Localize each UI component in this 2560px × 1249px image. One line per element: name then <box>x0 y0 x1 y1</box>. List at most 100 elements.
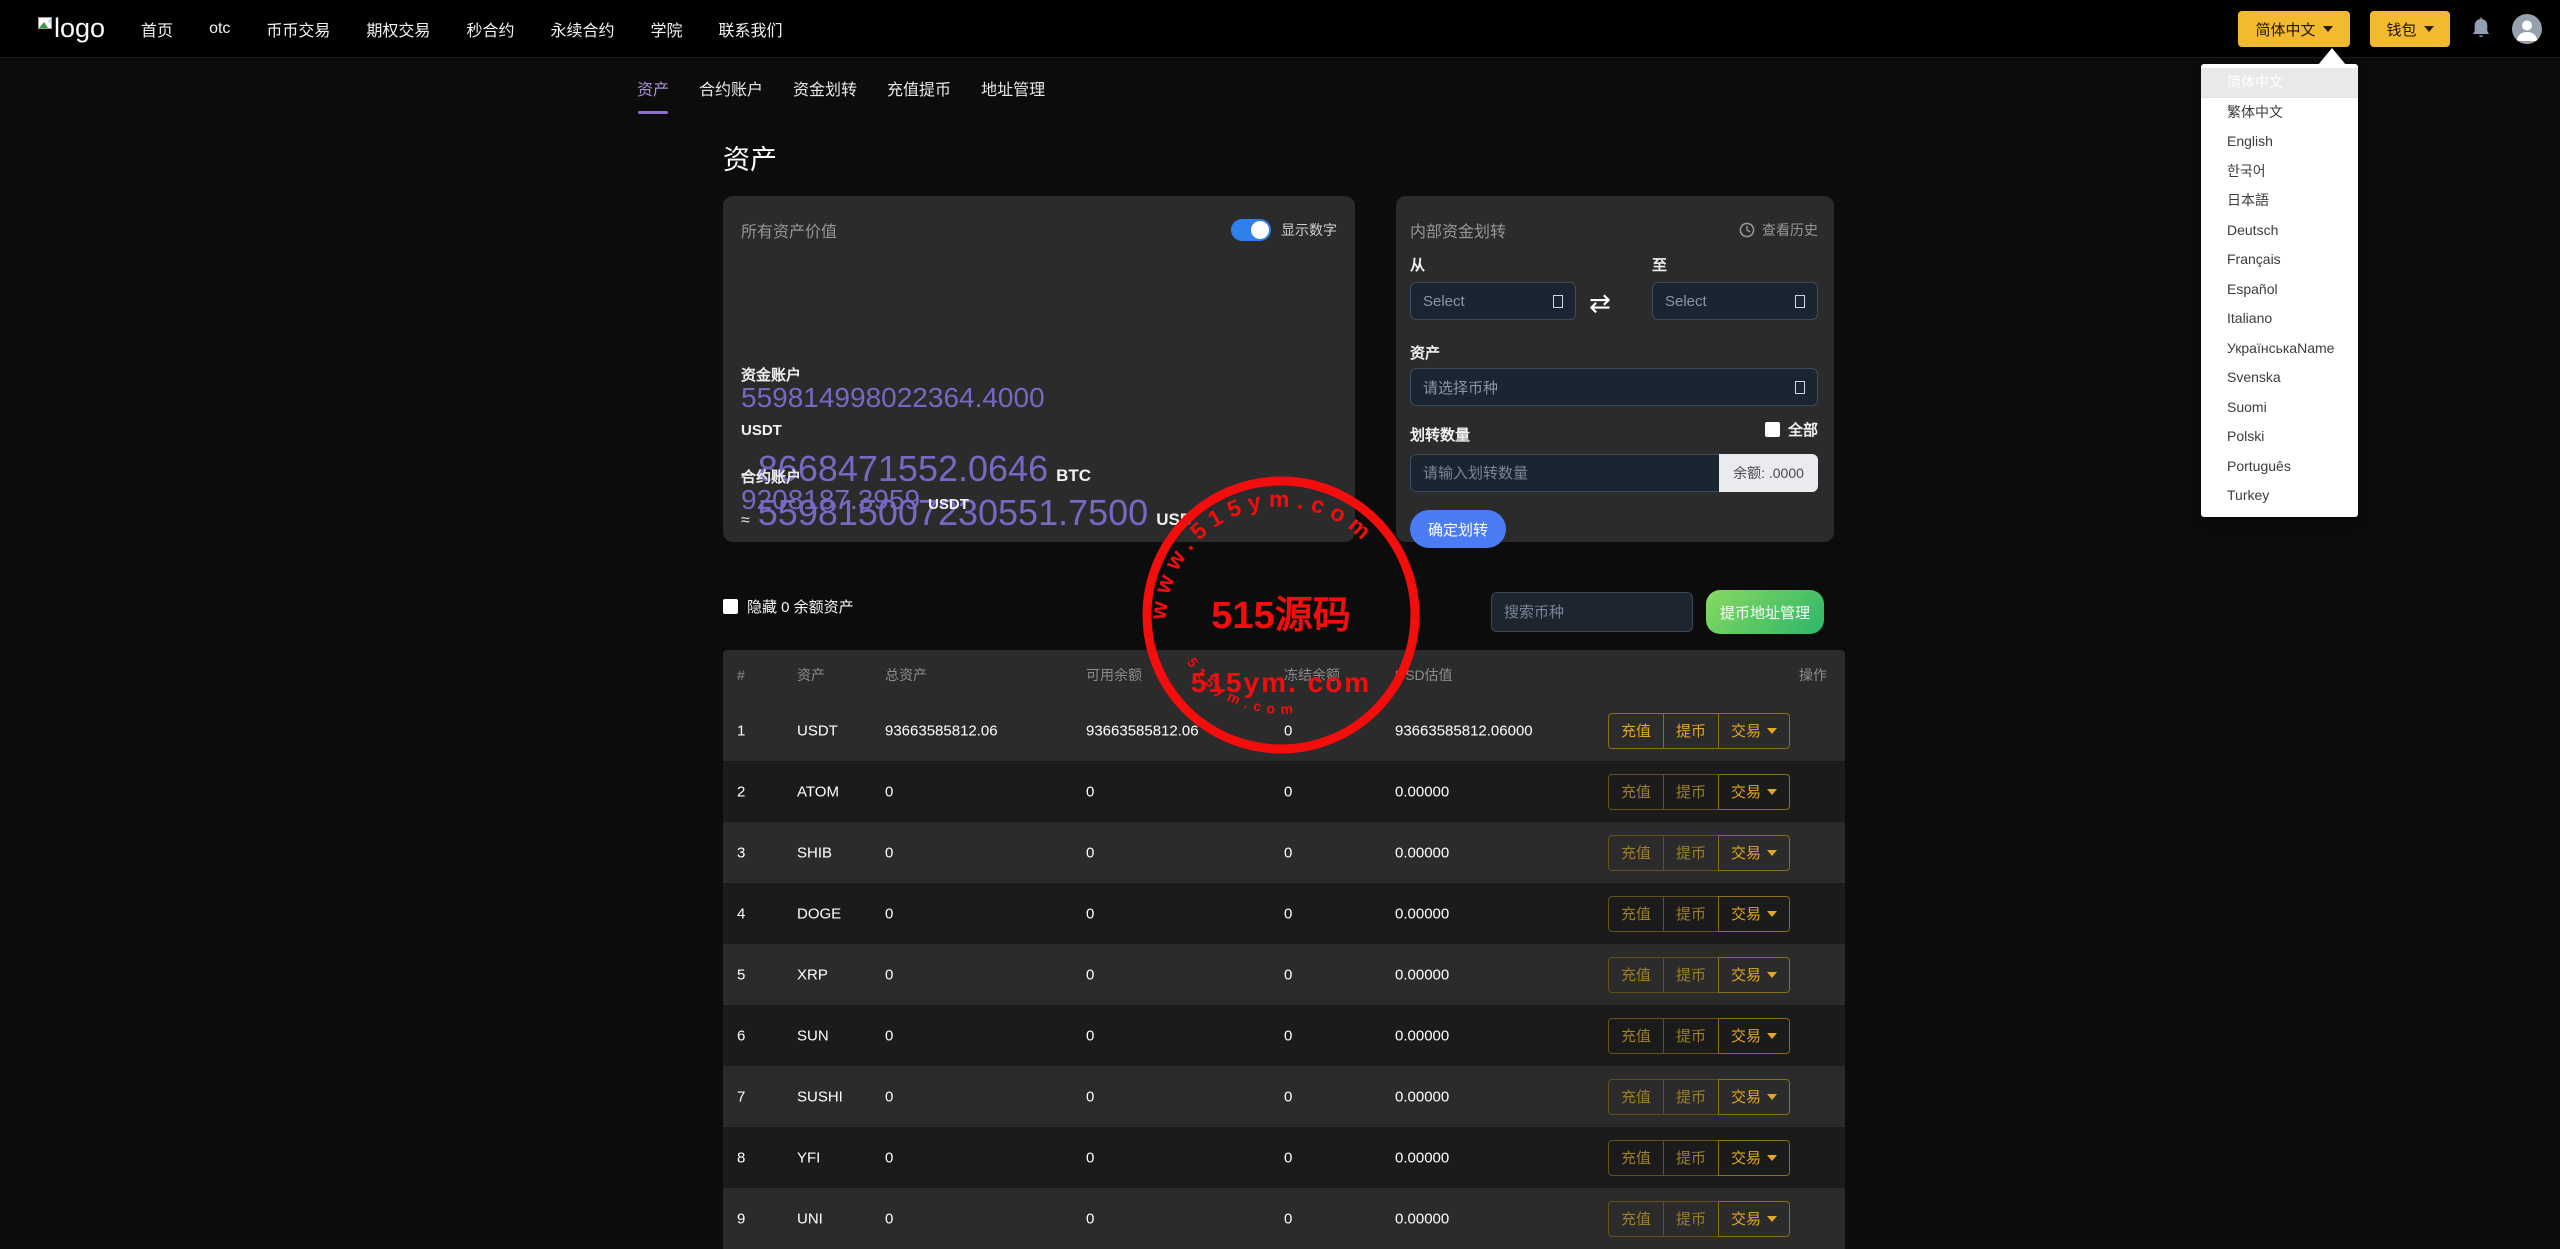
to-account-select[interactable]: Select <box>1652 282 1818 320</box>
nav-item-4[interactable]: 期权交易 <box>366 17 430 41</box>
withdraw-button[interactable]: 提币 <box>1662 712 1719 749</box>
search-coin-input[interactable] <box>1491 592 1693 632</box>
cell-asset: DOGE <box>797 905 842 922</box>
nav-item-5[interactable]: 秒合约 <box>466 17 514 41</box>
cell-usd: 0.00000 <box>1395 1088 1450 1105</box>
deposit-button[interactable]: 充值 <box>1607 1078 1664 1115</box>
nav-item-8[interactable]: 联系我们 <box>718 17 782 41</box>
trade-button[interactable]: 交易 <box>1717 1078 1790 1115</box>
language-option-5[interactable]: 日本語 <box>2201 186 2358 216</box>
from-account-select[interactable]: Select <box>1410 282 1576 320</box>
coin-select[interactable]: 请选择币种 <box>1410 368 1818 406</box>
hide-zero-checkbox[interactable] <box>723 599 738 614</box>
cell-asset: SUN <box>797 1027 829 1044</box>
language-option-2[interactable]: 繁体中文 <box>2201 98 2358 128</box>
subnav-item-4[interactable]: 充值提币 <box>887 76 951 114</box>
language-option-3[interactable]: English <box>2201 127 2358 157</box>
withdraw-button[interactable]: 提币 <box>1662 956 1719 993</box>
language-option-7[interactable]: Français <box>2201 245 2358 275</box>
broken-image-icon <box>38 17 52 29</box>
deposit-button[interactable]: 充值 <box>1607 1200 1664 1237</box>
nav-item-3[interactable]: 币币交易 <box>266 17 330 41</box>
language-option-9[interactable]: Italiano <box>2201 304 2358 334</box>
deposit-button-label: 充值 <box>1620 906 1651 923</box>
logo[interactable]: logo <box>38 15 105 42</box>
withdraw-button[interactable]: 提币 <box>1662 1078 1719 1115</box>
transfer-card-title: 内部资金划转 <box>1410 224 1507 241</box>
show-numbers-toggle[interactable] <box>1231 219 1271 241</box>
cell-usd: 0.00000 <box>1395 1210 1450 1227</box>
withdraw-address-button[interactable]: 提币地址管理 <box>1706 590 1824 634</box>
language-option-4[interactable]: 한국어 <box>2201 157 2358 187</box>
transfer-all-checkbox[interactable] <box>1764 422 1780 437</box>
view-history-link[interactable]: 查看历史 <box>1739 220 1818 240</box>
subnav-item-3[interactable]: 资金划转 <box>793 76 857 114</box>
deposit-button[interactable]: 充值 <box>1607 773 1664 810</box>
withdraw-button[interactable]: 提币 <box>1662 895 1719 932</box>
trade-button[interactable]: 交易 <box>1717 1017 1790 1054</box>
top-navbar: logo 首页 otc 币币交易 期权交易 秒合约 永续合约 学院 联系我们 简体中文 钱包 <box>0 0 2560 58</box>
withdraw-button[interactable]: 提币 <box>1662 1017 1719 1054</box>
language-option-15[interactable]: Turkey <box>2201 481 2358 511</box>
withdraw-button[interactable]: 提币 <box>1662 1200 1719 1237</box>
trade-button-label: 交易 <box>1730 1150 1761 1167</box>
language-option-12[interactable]: Suomi <box>2201 393 2358 423</box>
language-option-11[interactable]: Svenska <box>2201 363 2358 393</box>
language-option-8[interactable]: Español <box>2201 275 2358 305</box>
trade-button-label: 交易 <box>1730 845 1761 862</box>
transfer-all-label: 全部 <box>1787 422 1818 439</box>
trade-button[interactable]: 交易 <box>1717 773 1790 810</box>
cell-total: 0 <box>885 1210 894 1227</box>
cell-frozen: 0 <box>1284 1088 1293 1105</box>
language-option-13[interactable]: Polski <box>2201 422 2358 452</box>
withdraw-button[interactable]: 提币 <box>1662 773 1719 810</box>
deposit-button[interactable]: 充值 <box>1607 834 1664 871</box>
funding-account-unit: USDT <box>741 422 782 439</box>
deposit-button[interactable]: 充值 <box>1607 895 1664 932</box>
nav-item-7[interactable]: 学院 <box>650 17 682 41</box>
cell-available: 0 <box>1086 844 1095 861</box>
to-label: 至 <box>1652 257 1668 274</box>
cell-index: 8 <box>737 1149 746 1166</box>
cell-usd: 93663585812.06000 <box>1395 722 1533 739</box>
cell-frozen: 0 <box>1284 722 1293 739</box>
language-button[interactable]: 简体中文 <box>2238 11 2350 47</box>
chevron-down-icon <box>1767 849 1777 856</box>
subnav-item-5[interactable]: 地址管理 <box>981 76 1045 114</box>
withdraw-button[interactable]: 提币 <box>1662 1139 1719 1176</box>
swap-direction-icon[interactable]: ⇄ <box>1589 288 1611 319</box>
subnav-item-2[interactable]: 合约账户 <box>699 76 763 114</box>
active-underline <box>638 111 668 114</box>
trade-button[interactable]: 交易 <box>1717 834 1790 871</box>
language-option-6[interactable]: Deutsch <box>2201 216 2358 246</box>
contract-account-unit: USDT <box>928 496 969 513</box>
language-option-14[interactable]: Português <box>2201 452 2358 482</box>
trade-button[interactable]: 交易 <box>1717 956 1790 993</box>
notification-bell-icon[interactable] <box>2470 17 2492 41</box>
deposit-button[interactable]: 充值 <box>1607 1017 1664 1054</box>
user-avatar[interactable] <box>2512 14 2542 44</box>
withdraw-button[interactable]: 提币 <box>1662 834 1719 871</box>
trade-button[interactable]: 交易 <box>1717 1200 1790 1237</box>
subnav-item-1[interactable]: 资产 <box>637 76 669 114</box>
deposit-button[interactable]: 充值 <box>1607 712 1664 749</box>
trade-button[interactable]: 交易 <box>1717 1139 1790 1176</box>
language-option-10[interactable]: УкраїнськаName <box>2201 334 2358 364</box>
deposit-button[interactable]: 充值 <box>1607 1139 1664 1176</box>
row-actions: 充值 提币 交易 <box>1607 773 1790 810</box>
cell-usd: 0.00000 <box>1395 1149 1450 1166</box>
cell-index: 5 <box>737 966 746 983</box>
wallet-button[interactable]: 钱包 <box>2370 11 2450 47</box>
column-header-7: 操作 <box>1799 667 1827 683</box>
confirm-transfer-button[interactable]: 确定划转 <box>1410 510 1506 548</box>
nav-item-6[interactable]: 永续合约 <box>550 17 614 41</box>
cell-total: 0 <box>885 1149 894 1166</box>
trade-button[interactable]: 交易 <box>1717 895 1790 932</box>
withdraw-button-label: 提币 <box>1675 1150 1706 1167</box>
trade-button[interactable]: 交易 <box>1717 712 1790 749</box>
nav-item-1[interactable]: 首页 <box>141 17 173 41</box>
nav-item-2[interactable]: otc <box>209 20 230 38</box>
language-option-1[interactable]: 简体中文 <box>2201 68 2358 98</box>
transfer-amount-input[interactable] <box>1410 454 1719 492</box>
deposit-button[interactable]: 充值 <box>1607 956 1664 993</box>
